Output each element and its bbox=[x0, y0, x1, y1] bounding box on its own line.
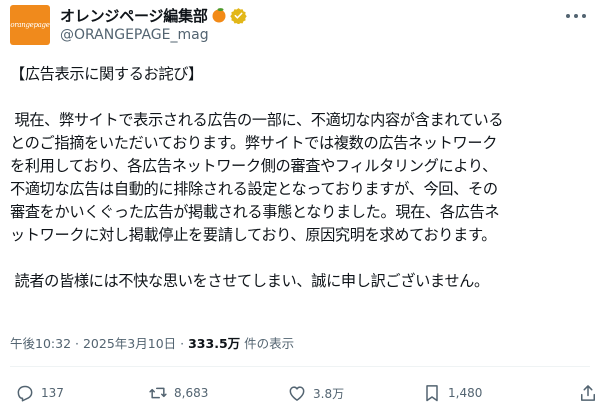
avatar-logo-text: orangepage bbox=[10, 21, 50, 29]
name-row: オレンジページ編集部 bbox=[60, 4, 247, 26]
post-date[interactable]: 2025年3月10日 bbox=[83, 336, 176, 351]
post-line: ットワークに対し掲載停止を要請しており、原因究明を求めております。 bbox=[10, 226, 497, 244]
handle[interactable]: @ORANGEPAGE_mag bbox=[60, 27, 209, 43]
post-meta: 午後10:32 · 2025年3月10日 · 333.5万 件の表示 bbox=[10, 333, 294, 352]
post-line: を利用しており、各広告ネットワーク側の審査やフィルタリングにより、 bbox=[10, 157, 497, 175]
post-line: 審査をかいくぐった広告が掲載される事態となりました。現在、各広告ネ bbox=[10, 203, 500, 221]
action-bar: 137 8,683 3.8万 1,480 bbox=[0, 383, 600, 409]
meta-separator: · bbox=[180, 336, 185, 351]
reply-icon bbox=[17, 385, 33, 402]
post-line: とのご指摘をいただいております。弊サイトでは複数の広告ネットワーク bbox=[10, 134, 498, 152]
verified-badge-icon bbox=[229, 7, 247, 24]
view-count: 333.5万 bbox=[188, 336, 241, 351]
post-line: 不適切な広告は自動的に排除される設定となっておりますが、今回、その bbox=[10, 180, 498, 198]
view-label: 件の表示 bbox=[244, 336, 295, 351]
like-count: 3.8万 bbox=[313, 386, 345, 401]
post-text: 【広告表示に関するお詫び】 現在、弊サイトで表示される広告の一部に、不適切な内容… bbox=[10, 63, 592, 293]
post-title-line: 【広告表示に関するお詫び】 bbox=[10, 65, 203, 83]
repost-icon bbox=[149, 387, 167, 399]
more-icon[interactable] bbox=[566, 9, 586, 23]
bookmark-icon bbox=[426, 385, 438, 402]
post-line: 現在、弊サイトで表示される広告の一部に、不適切な内容が含まれている bbox=[14, 111, 504, 129]
post-line: 読者の皆様には不快な思いをさせてしまい、誠に申し訳ございません。 bbox=[14, 272, 489, 290]
more-dot bbox=[566, 14, 570, 18]
repost-count: 8,683 bbox=[174, 386, 209, 400]
post-time[interactable]: 午後10:32 bbox=[10, 336, 71, 351]
share-icon bbox=[581, 385, 595, 401]
bookmark-button[interactable]: 1,480 bbox=[422, 383, 482, 403]
avatar[interactable]: orangepage bbox=[10, 5, 50, 45]
share-button[interactable] bbox=[578, 383, 598, 403]
more-dot bbox=[582, 14, 586, 18]
display-name[interactable]: オレンジページ編集部 bbox=[60, 5, 208, 26]
like-button[interactable]: 3.8万 bbox=[287, 383, 344, 403]
more-dot bbox=[574, 14, 578, 18]
meta-separator: · bbox=[75, 336, 79, 351]
tangerine-icon bbox=[212, 8, 226, 23]
repost-button[interactable]: 8,683 bbox=[148, 383, 208, 403]
bookmark-count: 1,480 bbox=[448, 386, 483, 400]
heart-icon bbox=[289, 386, 305, 401]
reply-button[interactable]: 137 bbox=[15, 383, 64, 403]
reply-count: 137 bbox=[41, 386, 64, 400]
divider bbox=[10, 366, 590, 367]
